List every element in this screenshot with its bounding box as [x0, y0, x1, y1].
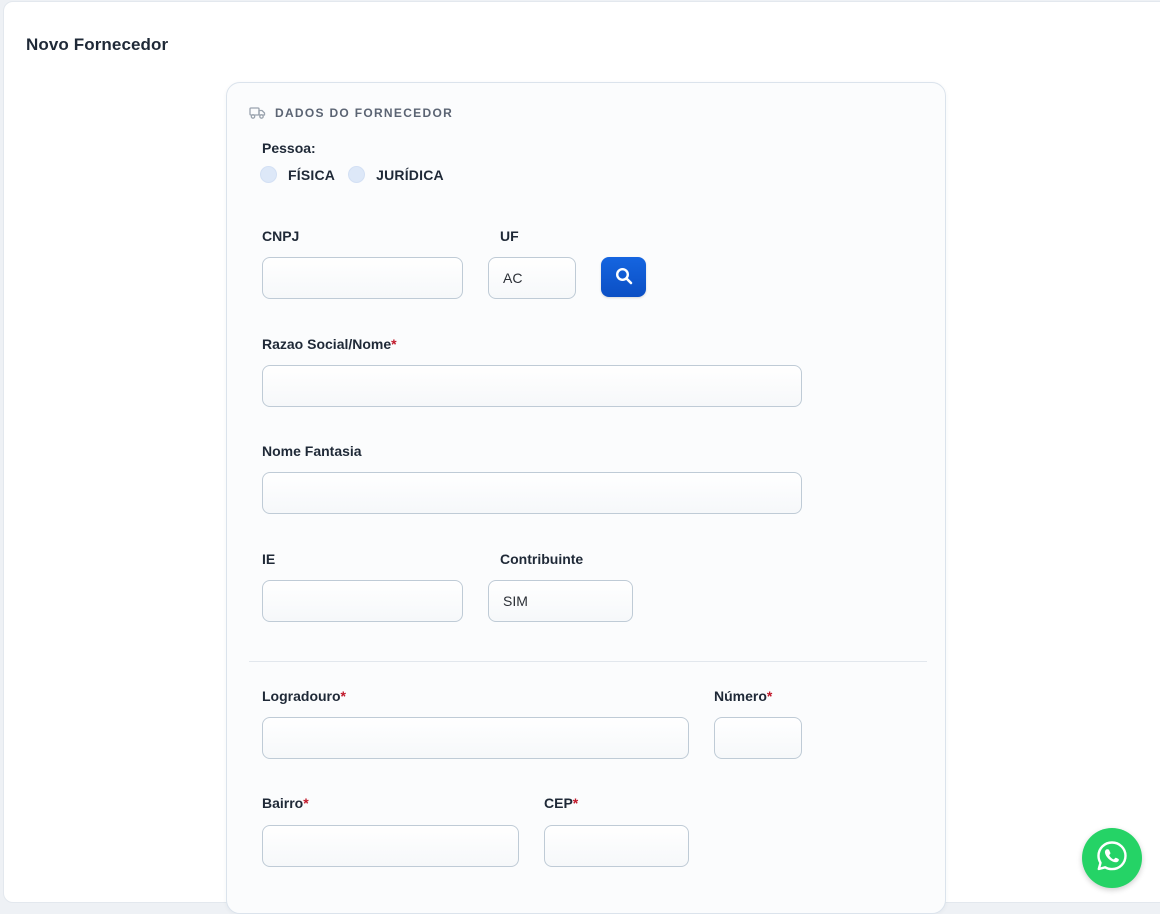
- required-mark: *: [340, 688, 346, 704]
- required-mark: *: [391, 336, 397, 352]
- razao-social-input[interactable]: [262, 365, 802, 407]
- radio-fisica[interactable]: [260, 166, 277, 183]
- cep-input[interactable]: [544, 825, 689, 867]
- whatsapp-button[interactable]: [1082, 828, 1142, 888]
- contribuinte-select[interactable]: SIM: [488, 580, 633, 622]
- search-icon: [615, 267, 633, 288]
- pessoa-label: Pessoa:: [262, 140, 316, 156]
- nome-fantasia-input[interactable]: [262, 472, 802, 514]
- logradouro-label-text: Logradouro: [262, 688, 341, 704]
- nome-fantasia-label: Nome Fantasia: [262, 443, 362, 459]
- radio-label-fisica: FÍSICA: [288, 166, 336, 183]
- radio-option-juridica[interactable]: JURÍDICA: [348, 166, 444, 183]
- radio-label-juridica: JURÍDICA: [376, 166, 444, 183]
- truck-icon: [249, 106, 266, 120]
- whatsapp-icon: [1095, 839, 1129, 878]
- numero-label-text: Número: [714, 688, 767, 704]
- cnpj-label: CNPJ: [262, 228, 300, 244]
- razao-social-label: Razao Social/Nome*: [262, 336, 397, 352]
- required-mark: *: [572, 795, 579, 811]
- pessoa-radio-group: FÍSICA JURÍDICA: [260, 166, 457, 183]
- search-cnpj-button[interactable]: [601, 257, 646, 297]
- uf-select[interactable]: AC: [488, 257, 576, 299]
- page-container: Novo Fornecedor DADOS DO FORNECEDOR Pess…: [3, 1, 1160, 914]
- bairro-label: Bairro*: [262, 795, 309, 811]
- contribuinte-label: Contribuinte: [500, 551, 584, 567]
- cnpj-input[interactable]: [262, 257, 463, 299]
- contribuinte-select-value: SIM: [503, 593, 528, 609]
- uf-label: UF: [500, 228, 519, 244]
- razao-social-label-text: Razao Social/Nome: [262, 336, 392, 352]
- required-mark: *: [303, 795, 309, 811]
- page-title: Novo Fornecedor: [26, 35, 169, 54]
- section-divider: [249, 661, 927, 662]
- ie-label: IE: [262, 551, 276, 567]
- ie-input[interactable]: [262, 580, 463, 622]
- supplier-form-card: DADOS DO FORNECEDOR Pessoa: FÍSICA JURÍD…: [226, 82, 946, 914]
- radio-option-fisica[interactable]: FÍSICA: [260, 166, 335, 183]
- numero-label: Número*: [714, 688, 772, 704]
- section-header: DADOS DO FORNECEDOR: [249, 106, 453, 120]
- logradouro-label: Logradouro*: [262, 688, 346, 704]
- required-mark: *: [766, 688, 773, 704]
- uf-select-value: AC: [503, 270, 523, 286]
- section-title: DADOS DO FORNECEDOR: [275, 106, 454, 120]
- numero-input[interactable]: [714, 717, 802, 759]
- bairro-label-text: Bairro: [262, 795, 304, 811]
- logradouro-input[interactable]: [262, 717, 689, 759]
- cep-label-text: CEP: [544, 795, 573, 811]
- bairro-input[interactable]: [262, 825, 519, 867]
- cep-label: CEP*: [544, 795, 578, 811]
- radio-juridica[interactable]: [348, 166, 366, 183]
